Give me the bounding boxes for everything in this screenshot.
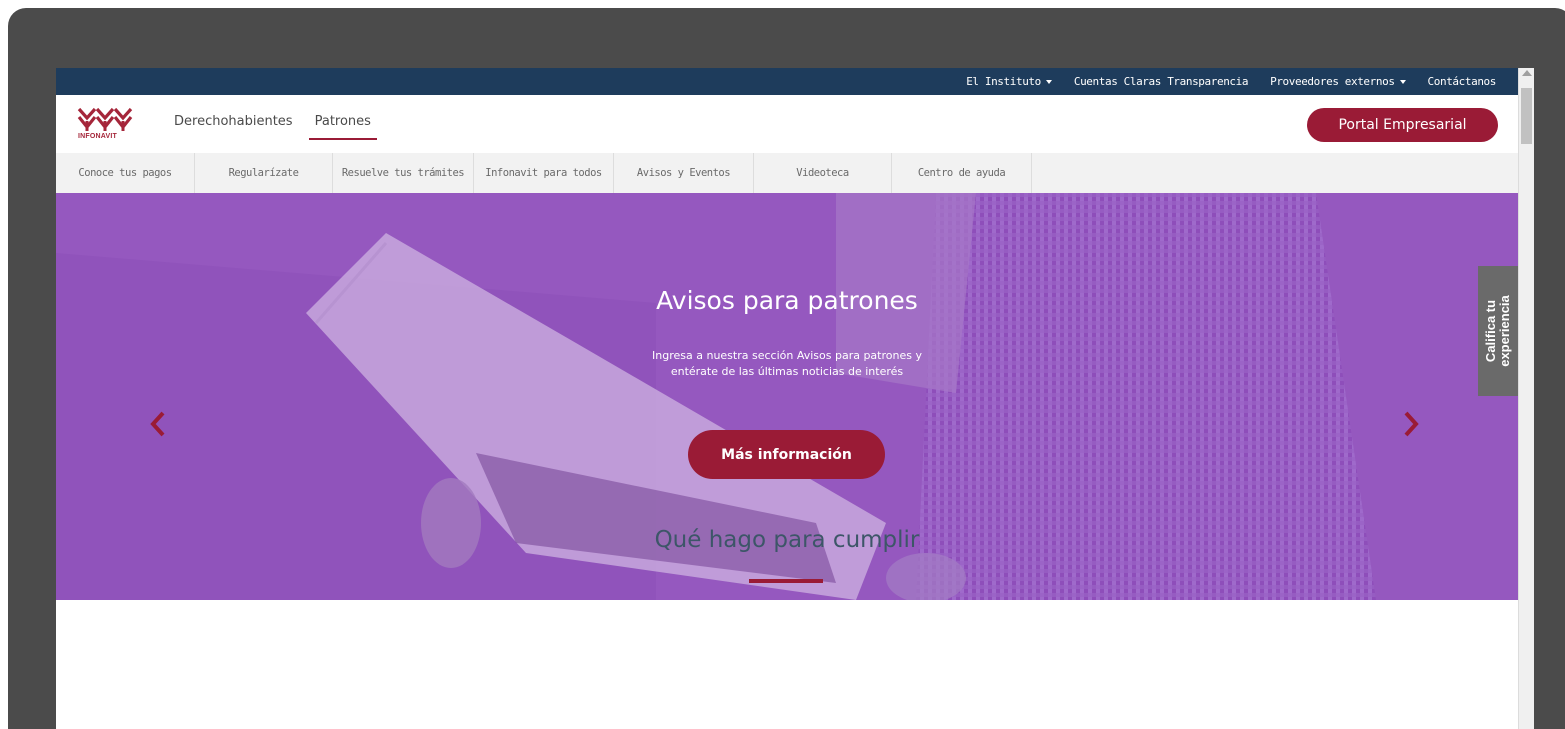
site-header: INFONAVIT Derechohabientes Patrones Port…	[56, 95, 1518, 153]
hero-description: Ingresa a nuestra sección Avisos para pa…	[587, 348, 987, 380]
section-divider	[749, 579, 823, 583]
feedback-line: experiencia	[1497, 295, 1513, 367]
nav-derechohabientes[interactable]: Derechohabientes	[174, 114, 293, 129]
subnav-item-regularizate[interactable]: Regularízate	[195, 153, 333, 193]
caret-down-icon	[1045, 79, 1052, 84]
topbar-item-label: Proveedores externos	[1270, 75, 1395, 88]
hero-description-line: entérate de las últimas noticias de inte…	[670, 365, 904, 378]
topbar-item-label: Contáctanos	[1427, 75, 1497, 88]
logo-text: INFONAVIT	[78, 133, 118, 140]
mas-informacion-button[interactable]: Más información	[688, 430, 885, 479]
subnav-item-centro-ayuda[interactable]: Centro de ayuda	[892, 153, 1032, 193]
chevron-left-icon[interactable]	[148, 409, 168, 439]
feedback-tab-label: Califica tu experiencia	[1483, 295, 1513, 367]
scroll-up-icon[interactable]	[1522, 70, 1532, 76]
chevron-right-icon[interactable]	[1401, 409, 1421, 439]
utility-bar: El Instituto Cuentas Claras Transparenci…	[56, 68, 1518, 95]
topbar-item-cuentas-claras[interactable]: Cuentas Claras Transparencia	[1073, 75, 1249, 88]
subnav-item-conoce-pagos[interactable]: Conoce tus pagos	[56, 153, 195, 193]
feedback-tab[interactable]: Califica tu experiencia	[1478, 266, 1518, 396]
browser-viewport: El Instituto Cuentas Claras Transparenci…	[56, 68, 1518, 729]
section-title: Qué hago para cumplir	[654, 527, 920, 553]
hero-description-line: Ingresa a nuestra sección Avisos para pa…	[652, 349, 922, 362]
page-scrollbar[interactable]	[1518, 68, 1534, 729]
logo-houses-icon	[77, 107, 133, 131]
subnav-item-infonavit-todos[interactable]: Infonavit para todos	[474, 153, 614, 193]
caret-down-icon	[1399, 79, 1406, 84]
nav-patrones[interactable]: Patrones	[308, 114, 378, 140]
sub-navigation: Conoce tus pagos Regularízate Resuelve t…	[56, 153, 1518, 193]
main-nav: Derechohabientes Patrones	[174, 114, 393, 140]
topbar-item-el-instituto[interactable]: El Instituto	[966, 75, 1052, 88]
subnav-item-videoteca[interactable]: Videoteca	[754, 153, 892, 193]
topbar-item-proveedores[interactable]: Proveedores externos	[1270, 75, 1406, 88]
infonavit-logo[interactable]: INFONAVIT	[76, 103, 140, 145]
topbar-item-label: Cuentas Claras Transparencia	[1073, 75, 1249, 88]
subnav-item-avisos-eventos[interactable]: Avisos y Eventos	[614, 153, 754, 193]
hero-title: Avisos para patrones	[656, 286, 918, 315]
topbar-item-contactanos[interactable]: Contáctanos	[1427, 75, 1497, 88]
subnav-item-tramites[interactable]: Resuelve tus trámites	[333, 153, 474, 193]
scroll-thumb[interactable]	[1521, 88, 1532, 144]
portal-empresarial-button[interactable]: Portal Empresarial	[1307, 108, 1498, 142]
topbar-item-label: El Instituto	[966, 75, 1041, 88]
